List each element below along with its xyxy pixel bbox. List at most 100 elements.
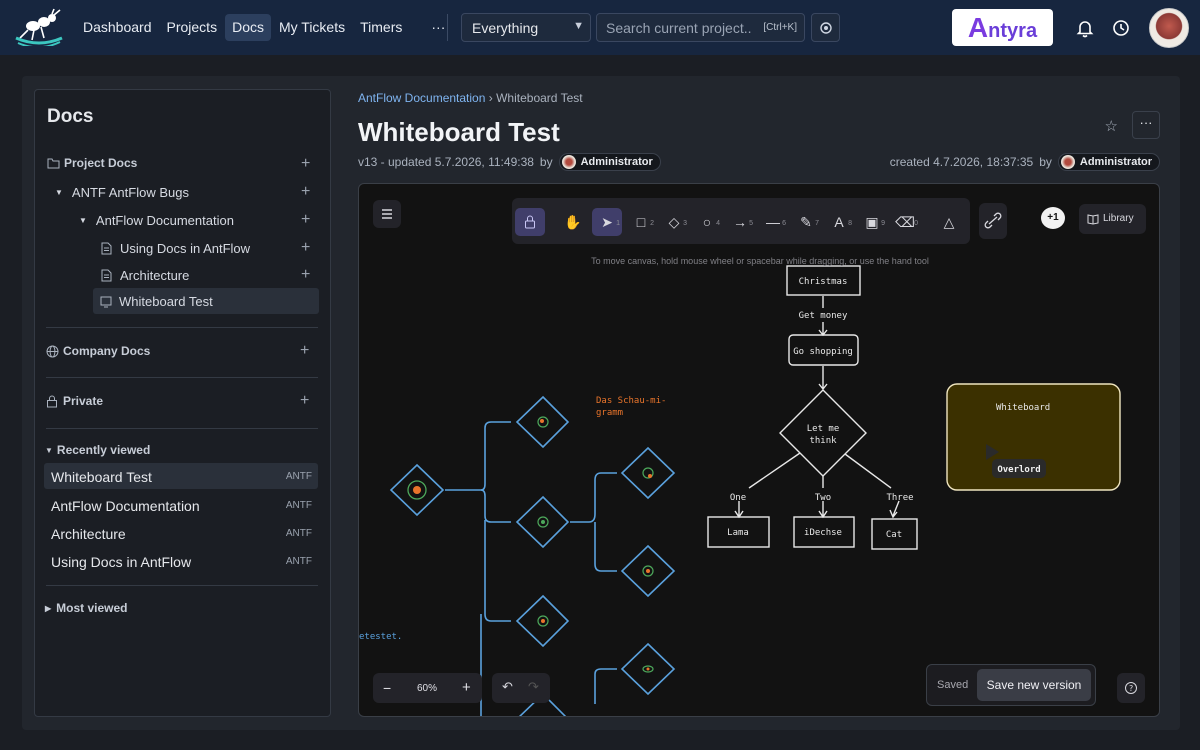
diamond-tool-button[interactable]: ◇ 3	[659, 208, 689, 236]
tree-node-whiteboard-label: Whiteboard Test	[119, 294, 213, 309]
document-icon	[101, 242, 112, 255]
add-child-icon[interactable]: +	[301, 266, 310, 284]
image-tool-button[interactable]: ▣ 9	[857, 208, 887, 236]
tree-node-bugs[interactable]: ▼ ANTF AntFlow Bugs	[55, 185, 189, 200]
brand-rest: ntyra	[988, 20, 1038, 42]
flow-arrow	[748, 452, 801, 489]
nav-dashboard[interactable]: Dashboard	[76, 14, 159, 41]
sidebar-divider	[46, 377, 318, 378]
flow-label: One	[730, 493, 746, 503]
recent-item-title: Architecture	[51, 526, 126, 542]
shapes-icon: △	[943, 214, 955, 230]
breadcrumb-parent[interactable]: AntFlow Documentation	[358, 91, 485, 105]
section-recently-viewed[interactable]: ▼ Recently viewed	[45, 443, 150, 457]
ellipse-icon: ○	[702, 214, 712, 230]
recent-item[interactable]: AntFlow Documentation ANTF	[44, 492, 318, 518]
tree-node-architecture[interactable]: Architecture	[101, 268, 189, 283]
redo-icon[interactable]: ↷	[528, 679, 539, 695]
zoom-out-button[interactable]: −	[383, 680, 391, 696]
help-button[interactable]: ?	[1117, 673, 1145, 703]
whiteboard-canvas[interactable]: Das Schau-mi- gramm etestet. Christmas G…	[358, 183, 1160, 717]
recent-item[interactable]: Architecture ANTF	[44, 520, 318, 546]
add-company-doc-icon[interactable]: +	[300, 342, 309, 360]
nav-docs[interactable]: Docs	[225, 14, 271, 41]
library-button[interactable]: Library	[1079, 204, 1146, 234]
brand-logo[interactable]: Antyra	[952, 9, 1053, 46]
more-options-button[interactable]: ···	[1132, 111, 1160, 139]
creator-chip[interactable]: Administrator	[1057, 153, 1160, 171]
zoom-in-button[interactable]: +	[462, 679, 471, 696]
hand-tool-button[interactable]: ✋	[558, 208, 588, 236]
history-icon[interactable]	[1111, 18, 1131, 38]
caret-right-icon: ▶	[45, 603, 52, 613]
author-chip[interactable]: Administrator	[558, 153, 661, 171]
selection-tool-button[interactable]: ➤ 1	[592, 208, 622, 236]
recent-item-title: Whiteboard Test	[51, 469, 152, 485]
doc-updated-meta: v13 - updated 5.7.2026, 11:49:38 by Admi…	[358, 153, 661, 171]
recent-item[interactable]: Whiteboard Test ANTF	[44, 463, 318, 489]
add-child-icon[interactable]: +	[301, 183, 310, 201]
undo-icon[interactable]: ↶	[502, 679, 513, 695]
arrow-tool-button[interactable]: → 5	[725, 208, 755, 236]
diamond-icon: ◇	[668, 214, 680, 230]
collaborate-button[interactable]	[979, 203, 1007, 239]
section-company-docs[interactable]: Company Docs	[46, 344, 150, 358]
ellipse-tool-button[interactable]: ○ 4	[692, 208, 722, 236]
flow-arrow	[844, 453, 892, 489]
add-project-doc-icon[interactable]: +	[301, 155, 310, 173]
add-private-doc-icon[interactable]: +	[300, 392, 309, 410]
nav-more-button[interactable]: ···	[424, 14, 452, 41]
rectangle-icon: □	[636, 214, 646, 230]
doc-created-meta: created 4.7.2026, 18:37:35 by Administra…	[890, 153, 1160, 171]
tree-node-architecture-label: Architecture	[120, 268, 190, 283]
draw-tool-button[interactable]: ✎ 7	[791, 208, 821, 236]
add-child-icon[interactable]: +	[301, 211, 310, 229]
connector	[445, 421, 511, 491]
nav-projects[interactable]: Projects	[160, 14, 225, 41]
nav-my-tickets[interactable]: My Tickets	[272, 14, 352, 41]
lock-tool-button[interactable]	[515, 208, 545, 236]
flow-label: Let me	[807, 424, 840, 434]
canvas-menu-button[interactable]	[373, 200, 401, 228]
recent-item[interactable]: Using Docs in AntFlow ANTF	[44, 548, 318, 574]
target-icon	[820, 22, 832, 34]
by-label: by	[1039, 155, 1052, 169]
eraser-tool-button[interactable]: ⌫ 0	[890, 208, 920, 236]
save-new-version-button[interactable]: Save new version	[977, 669, 1091, 701]
ant-logo-icon[interactable]	[14, 8, 64, 46]
sidebar-divider	[46, 428, 318, 429]
section-most-viewed[interactable]: ▶ Most viewed	[45, 601, 128, 615]
zoom-level[interactable]: 60%	[417, 683, 437, 694]
search-scope-select[interactable]: Everything ▼	[461, 13, 591, 42]
text-tool-button[interactable]: A8	[824, 208, 854, 236]
nav-timers[interactable]: Timers	[353, 14, 409, 41]
shortcut-number: 6	[782, 220, 786, 227]
section-private[interactable]: Private	[46, 394, 103, 408]
line-tool-button[interactable]: —6	[758, 208, 788, 236]
shortcut-number: 0	[914, 220, 918, 227]
flow-label: Christmas	[799, 277, 848, 287]
flow-label: think	[809, 436, 837, 446]
history-controls: ↶ ↷	[492, 673, 550, 703]
section-project-docs[interactable]: Project Docs	[47, 156, 137, 170]
favorite-star-icon[interactable]: ☆	[1105, 117, 1118, 135]
shapes-tool-button[interactable]: △	[934, 208, 964, 236]
add-child-icon[interactable]: +	[301, 239, 310, 257]
flow-arrow	[818, 501, 828, 519]
section-private-label: Private	[63, 394, 104, 408]
bell-icon[interactable]	[1075, 18, 1095, 38]
tree-node-documentation[interactable]: ▼ AntFlow Documentation	[79, 213, 234, 228]
rectangle-tool-button[interactable]: □ 2	[626, 208, 656, 236]
connector	[594, 668, 617, 704]
tree-node-using-docs[interactable]: Using Docs in AntFlow	[101, 241, 250, 256]
caret-down-icon: ▼	[45, 445, 53, 455]
sidebar-title: Docs	[47, 106, 94, 127]
search-input[interactable]: Search current project.. [Ctrl+K]	[596, 13, 805, 42]
tree-node-using-docs-label: Using Docs in AntFlow	[120, 241, 251, 256]
user-avatar[interactable]	[1149, 8, 1189, 48]
tree-node-whiteboard[interactable]: Whiteboard Test	[100, 294, 213, 309]
question-icon: ?	[1125, 682, 1137, 694]
zoom-controls: − 60% +	[373, 673, 482, 703]
locate-button[interactable]	[811, 13, 840, 42]
collaborator-count-badge[interactable]: +1	[1041, 207, 1065, 229]
